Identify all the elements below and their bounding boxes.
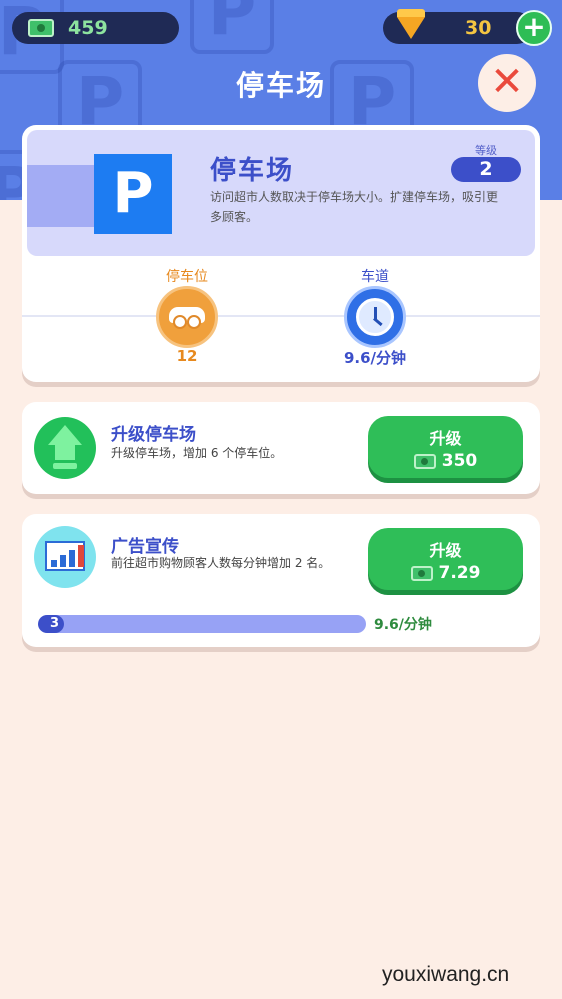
advertising-description: 前往超市购物顾客人数每分钟增加 2 名。 bbox=[111, 556, 331, 570]
gem-amount: 30 bbox=[465, 17, 492, 39]
add-gems-button[interactable]: + bbox=[516, 10, 552, 46]
parking-spaces-label: 停车位 bbox=[166, 269, 208, 285]
parking-spaces-value: 12 bbox=[176, 347, 198, 365]
gem-balance: 30 bbox=[383, 9, 533, 44]
advertising-price-amount: 7.29 bbox=[438, 563, 481, 583]
cash-icon bbox=[413, 453, 436, 469]
upgrade-advertising-button[interactable]: 升级 7.29 bbox=[368, 528, 523, 590]
upgrade-name: 升级停车场 bbox=[111, 425, 196, 445]
stats-divider bbox=[22, 315, 540, 317]
advertising-price: 7.29 bbox=[368, 563, 523, 583]
upgrade-parking-button[interactable]: 升级 350 bbox=[368, 416, 523, 478]
facility-name: 停车场 bbox=[210, 156, 295, 186]
car-icon bbox=[156, 286, 218, 348]
upgrade-arrow-icon bbox=[34, 417, 96, 479]
advertising-progress-level: 3 bbox=[50, 616, 60, 631]
parking-sign-icon: P bbox=[94, 154, 172, 234]
cash-balance: 459 bbox=[12, 12, 179, 44]
advertising-progress-bar: 3 bbox=[38, 615, 366, 633]
upgrade-price-amount: 350 bbox=[441, 451, 478, 471]
level-label: 等级 bbox=[475, 144, 497, 157]
facility-banner: P 停车场 访问超市人数取决于停车场大小。扩建停车场，吸引更多顾客。 等级 2 bbox=[27, 130, 535, 256]
upgrade-price: 350 bbox=[368, 451, 523, 471]
upgrade-description: 升级停车场，增加 6 个停车位。 bbox=[111, 446, 283, 460]
watermark-text: youxiwang.cn bbox=[382, 963, 510, 986]
cash-icon bbox=[410, 565, 433, 581]
advertising-card: 广告宣传 前往超市购物顾客人数每分钟增加 2 名。 升级 7.29 3 9.6/… bbox=[22, 514, 540, 647]
upgrade-button-label: 升级 bbox=[429, 429, 462, 448]
cash-icon bbox=[28, 19, 54, 37]
facility-card: P 停车场 访问超市人数取决于停车场大小。扩建停车场，吸引更多顾客。 等级 2 … bbox=[22, 125, 540, 382]
cash-amount: 459 bbox=[68, 17, 108, 39]
facility-description: 访问超市人数取决于停车场大小。扩建停车场，吸引更多顾客。 bbox=[210, 190, 499, 224]
lanes-value: 9.6/分钟 bbox=[343, 349, 407, 367]
parking-pattern-icon: P bbox=[190, 0, 274, 54]
level-badge: 2 bbox=[451, 157, 521, 182]
advertising-rate: 9.6/分钟 bbox=[374, 617, 432, 633]
diamond-icon bbox=[397, 9, 425, 39]
advertising-button-label: 升级 bbox=[429, 541, 462, 560]
clock-icon bbox=[344, 286, 406, 348]
close-button[interactable]: ✕ bbox=[478, 54, 536, 112]
chart-board-icon bbox=[34, 526, 96, 588]
lanes-label: 车道 bbox=[361, 269, 389, 285]
upgrade-card: 升级停车场 升级停车场，增加 6 个停车位。 升级 350 bbox=[22, 402, 540, 494]
